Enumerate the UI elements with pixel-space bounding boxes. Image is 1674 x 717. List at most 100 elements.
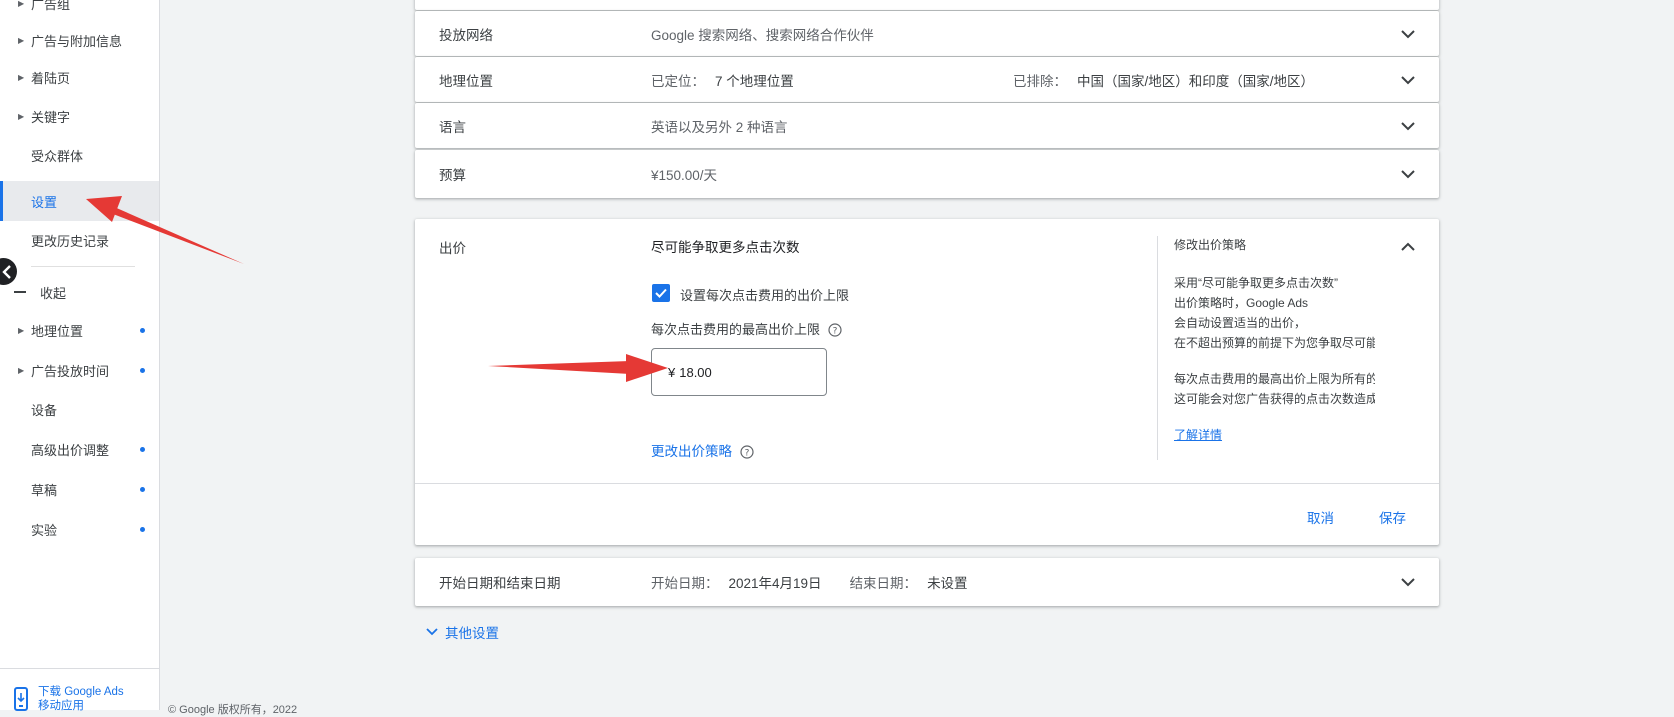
mobile-app-download-link[interactable]: 下载 Google Ads 移动应用 bbox=[0, 668, 159, 713]
cancel-button[interactable]: 取消 bbox=[1301, 503, 1340, 531]
nav-item-label: 实验 bbox=[31, 522, 58, 538]
nav-item-landing-pages[interactable]: ▶ 着陆页 bbox=[0, 57, 159, 97]
networks-summary: Google 搜索网络、搜索网络合作伙伴 bbox=[651, 27, 874, 43]
notification-dot bbox=[140, 327, 145, 333]
notification-dot bbox=[140, 367, 145, 373]
caret-right-icon: ▶ bbox=[18, 35, 25, 45]
languages-row[interactable]: 语言 英语以及另外 2 种语言 bbox=[415, 103, 1439, 148]
nav-divider bbox=[31, 266, 135, 267]
max-cpc-checkbox[interactable] bbox=[652, 284, 670, 302]
nav-item-advanced-bid-adj[interactable]: 高级出价调整 bbox=[0, 429, 159, 469]
budget-row[interactable]: 预算 ¥150.00/天 bbox=[415, 150, 1439, 198]
excluded-value: 中国（国家/地区）和印度（国家/地区） bbox=[1077, 73, 1315, 89]
nav-item-label: 广告组 bbox=[31, 0, 71, 12]
checkmark-icon bbox=[655, 288, 667, 298]
excluded-label: 已排除： bbox=[1013, 73, 1067, 89]
download-line-2: 移动应用 bbox=[38, 700, 84, 712]
nav-item-label: 高级出价调整 bbox=[31, 442, 110, 458]
networks-row[interactable]: 投放网络 Google 搜索网络、搜索网络合作伙伴 bbox=[415, 11, 1439, 56]
collapse-label: 收起 bbox=[40, 285, 67, 301]
left-nav-sidebar: ▶ 广告组 ▶ 广告与附加信息 ▶ 着陆页 ▶ 关键字 受众群体 设置 更改历史… bbox=[0, 0, 160, 713]
max-cpc-input[interactable]: ¥ 18.00 bbox=[651, 348, 827, 396]
nav-item-keywords[interactable]: ▶ 关键字 bbox=[0, 96, 159, 136]
info-line: 这可能会对您广告获得的点击次数造成 bbox=[1174, 392, 1375, 406]
languages-title: 语言 bbox=[439, 119, 466, 135]
languages-summary: 英语以及另外 2 种语言 bbox=[651, 119, 788, 135]
info-line: 采用“尽可能争取更多点击次数” bbox=[1174, 276, 1338, 290]
nav-item-label: 广告与附加信息 bbox=[31, 33, 123, 49]
currency-symbol: ¥ bbox=[668, 364, 676, 380]
chevron-down-icon[interactable] bbox=[1397, 115, 1419, 137]
nav-item-settings[interactable]: 设置 bbox=[0, 181, 159, 221]
max-cpc-label-row: 每次点击费用的最高出价上限 ? bbox=[651, 319, 842, 338]
svg-text:?: ? bbox=[832, 327, 837, 337]
chevron-up-icon[interactable] bbox=[1397, 236, 1419, 258]
caret-right-icon: ▶ bbox=[18, 325, 25, 335]
caret-right-icon: ▶ bbox=[18, 0, 25, 8]
copyright-text: © Google 版权所有，2022 bbox=[168, 704, 298, 716]
targeted-value: 7 个地理位置 bbox=[715, 73, 794, 89]
other-settings-label: 其他设置 bbox=[445, 626, 499, 641]
nav-item-experiments[interactable]: 实验 bbox=[0, 509, 159, 549]
max-cpc-label: 每次点击费用的最高出价上限 bbox=[651, 322, 821, 337]
max-cpc-value: 18.00 bbox=[679, 364, 712, 380]
info-panel-title: 修改出价策略 bbox=[1174, 238, 1247, 252]
nav-item-label: 着陆页 bbox=[31, 70, 71, 86]
locations-row[interactable]: 地理位置 已定位： 7 个地理位置 已排除： 中国（国家/地区）和印度（国家/地… bbox=[415, 57, 1439, 102]
nav-item-label: 更改历史记录 bbox=[31, 233, 110, 249]
nav-item-label: 地理位置 bbox=[31, 323, 84, 339]
nav-item-drafts[interactable]: 草稿 bbox=[0, 469, 159, 509]
budget-title: 预算 bbox=[439, 168, 466, 183]
learn-more-link[interactable]: 了解详情 bbox=[1174, 426, 1222, 443]
nav-item-ads-extensions[interactable]: ▶ 广告与附加信息 bbox=[0, 20, 159, 60]
networks-title: 投放网络 bbox=[439, 27, 493, 43]
help-icon[interactable]: ? bbox=[828, 323, 842, 337]
phone-download-icon bbox=[14, 687, 28, 711]
info-line: 出价策略时，Google Ads bbox=[1174, 296, 1309, 310]
info-line: 在不超出预算的前提下为您争取尽可能 bbox=[1174, 336, 1375, 350]
other-settings-toggle[interactable]: 其他设置 bbox=[424, 622, 499, 642]
partial-card-above bbox=[415, 0, 1439, 10]
info-paragraph-1: 采用“尽可能争取更多点击次数” 出价策略时，Google Ads 会自动设置适当… bbox=[1174, 273, 1375, 353]
nav-item-label: 受众群体 bbox=[31, 148, 84, 164]
chevron-down-icon[interactable] bbox=[1397, 23, 1419, 45]
max-cpc-checkbox-label[interactable]: 设置每次点击费用的出价上限 bbox=[680, 285, 849, 304]
bidding-panel: 出价 尽可能争取更多点击次数 设置每次点击费用的出价上限 每次点击费用的最高出价… bbox=[415, 219, 1439, 545]
info-paragraph-2: 每次点击费用的最高出价上限为所有的 这可能会对您广告获得的点击次数造成 bbox=[1174, 369, 1375, 409]
bidding-footer-divider bbox=[415, 483, 1439, 484]
nav-item-label: 设备 bbox=[31, 402, 58, 418]
help-icon[interactable]: ? bbox=[740, 445, 754, 459]
collapse-toggle[interactable]: 收起 bbox=[0, 272, 159, 312]
nav-item-change-history[interactable]: 更改历史记录 bbox=[0, 220, 159, 260]
end-date-label: 结束日期： bbox=[849, 576, 918, 591]
mobile-app-download-text: 下载 Google Ads 移动应用 bbox=[38, 685, 124, 713]
nav-item-label: 设置 bbox=[31, 194, 58, 210]
start-date-label: 开始日期： bbox=[651, 576, 719, 591]
chevron-down-icon[interactable] bbox=[1397, 69, 1419, 91]
save-button[interactable]: 保存 bbox=[1373, 503, 1412, 531]
change-bid-strategy-label: 更改出价策略 bbox=[651, 444, 732, 459]
locations-title: 地理位置 bbox=[439, 73, 493, 89]
chevron-down-icon[interactable] bbox=[1397, 163, 1419, 185]
locations-excluded: 已排除： 中国（国家/地区）和印度（国家/地区） bbox=[1013, 57, 1314, 102]
download-line-1: 下载 Google Ads bbox=[38, 686, 124, 698]
caret-right-icon: ▶ bbox=[18, 365, 25, 375]
nav-item-locations[interactable]: ▶ 地理位置 bbox=[0, 310, 159, 350]
change-bid-strategy-link[interactable]: 更改出价策略 ? bbox=[651, 440, 754, 460]
end-date-value: 未设置 bbox=[927, 576, 968, 591]
caret-right-icon: ▶ bbox=[18, 72, 25, 82]
budget-summary: ¥150.00/天 bbox=[651, 168, 718, 183]
chevron-down-icon[interactable] bbox=[1397, 571, 1419, 593]
nav-item-audiences[interactable]: 受众群体 bbox=[0, 135, 159, 175]
caret-right-icon: ▶ bbox=[18, 111, 25, 121]
minus-icon bbox=[14, 291, 26, 293]
dates-row[interactable]: 开始日期和结束日期 开始日期： 2021年4月19日 结束日期： 未设置 bbox=[415, 558, 1439, 606]
locations-targeted: 已定位： 7 个地理位置 bbox=[651, 57, 794, 102]
bid-strategy-name: 尽可能争取更多点击次数 bbox=[651, 240, 800, 255]
nav-item-ad-schedule[interactable]: ▶ 广告投放时间 bbox=[0, 350, 159, 390]
notification-dot bbox=[140, 486, 145, 492]
notification-dot bbox=[140, 526, 145, 532]
nav-item-devices[interactable]: 设备 bbox=[0, 389, 159, 429]
chevron-down-icon bbox=[426, 628, 438, 636]
nav-item-label: 草稿 bbox=[31, 482, 58, 498]
